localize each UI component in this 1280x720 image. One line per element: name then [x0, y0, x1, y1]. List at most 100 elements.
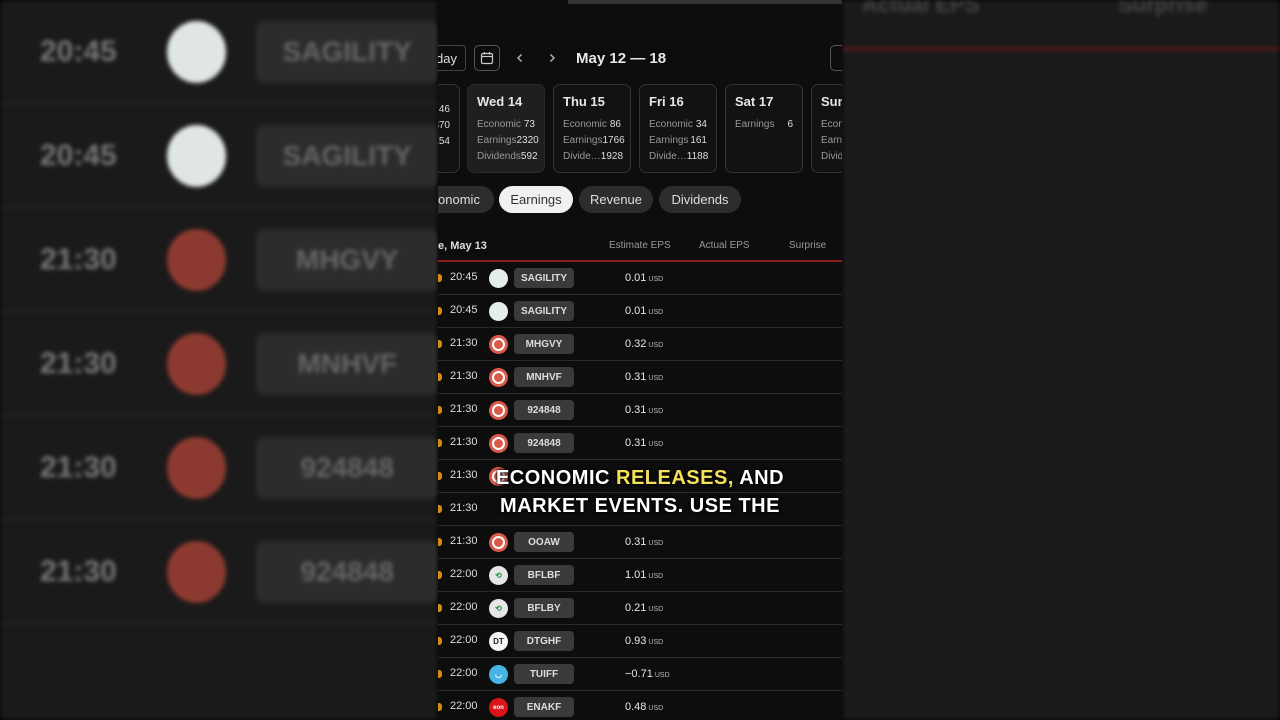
day-count-value: 6 — [787, 119, 793, 130]
day-count-row: Earnings 1766 — [563, 133, 625, 149]
day-count-row: 154 — [438, 134, 450, 150]
background-time: 21:30 — [40, 346, 117, 380]
background-logo-icon — [166, 228, 227, 291]
ticker-badge[interactable]: SAGILITY — [514, 301, 574, 321]
ticker-badge[interactable]: 924848 — [514, 400, 574, 420]
caption-line-1: ECONOMIC RELEASES, AND — [438, 464, 842, 492]
company-logo-icon: DT — [489, 632, 508, 651]
settings-button[interactable] — [830, 45, 842, 71]
session-indicator-icon — [438, 571, 442, 579]
day-count-label: Earnings — [477, 135, 517, 146]
table-row[interactable]: 21:30 924848 0.31 USD — [438, 427, 842, 460]
table-row[interactable]: 22:00 ◡ TUIFF −0.71 USD — [438, 658, 842, 691]
day-count-value: 154 — [438, 136, 450, 147]
company-logo-icon: ◡ — [489, 665, 508, 684]
day-card[interactable]: Sat 17 Earnings 6 — [725, 84, 803, 173]
background-row: 21:30 MHGVY — [0, 208, 438, 312]
estimate-eps-value: 0.01 USD — [625, 272, 663, 284]
day-title: Fri 16 — [649, 94, 684, 109]
estimate-eps-value: 0.48 USD — [625, 701, 663, 713]
eps-currency: USD — [648, 309, 664, 316]
chevron-right-icon[interactable] — [540, 46, 564, 70]
background-row: 21:30 924848 — [0, 520, 438, 624]
company-logo-icon — [489, 269, 508, 288]
day-count-row: Economic 34 — [649, 117, 707, 133]
day-count-row: Earn — [821, 133, 842, 149]
estimate-eps-value: 0.31 USD — [625, 437, 663, 449]
day-count-value: 46 — [438, 104, 450, 115]
ticker-badge[interactable]: MNHVF — [514, 367, 574, 387]
day-card[interactable]: Sun Econ Earn Divid — [811, 84, 842, 173]
day-card[interactable]: 46 370 154 — [438, 84, 460, 173]
filter-chip[interactable]: Dividends — [659, 186, 741, 213]
eps-currency: USD — [648, 705, 664, 712]
filter-chip[interactable]: Earnings — [499, 186, 573, 213]
table-row[interactable]: 20:45 SAGILITY 0.01 USD — [438, 262, 842, 295]
chevron-left-icon[interactable] — [508, 46, 532, 70]
day-count-value: 370 — [438, 120, 450, 131]
ticker-badge[interactable]: 924848 — [514, 433, 574, 453]
table-row[interactable]: 21:30 924848 0.31 USD — [438, 394, 842, 427]
eps-currency: USD — [648, 441, 664, 448]
table-row[interactable]: 21:30 OOAW 0.31 USD — [438, 526, 842, 559]
day-title: Wed 14 — [477, 94, 523, 109]
eps-number: 0.48 — [625, 701, 647, 713]
background-logo-icon — [166, 20, 227, 83]
actual-eps-header[interactable]: Actual EPS — [699, 240, 750, 251]
filter-chip[interactable]: onomic — [438, 186, 494, 213]
eps-currency: USD — [648, 540, 664, 547]
day-count-row: Economic 86 — [563, 117, 621, 133]
eps-number: −0.71 — [625, 668, 653, 680]
day-count-label: Earnings — [735, 119, 775, 130]
ticker-badge[interactable]: BFLBF — [514, 565, 574, 585]
estimate-eps-value: −0.71 USD — [625, 668, 670, 680]
day-count-row: Dividends 592 — [477, 149, 538, 165]
day-card[interactable]: Fri 16 Economic 34 Earnings 161 Divide… 1188 — [639, 84, 717, 173]
day-count-value: 2320 — [516, 135, 539, 146]
calendar-icon[interactable] — [474, 45, 500, 71]
day-count-row: Econ — [821, 117, 842, 133]
ticker-badge[interactable]: ENAKF — [514, 697, 574, 717]
ticker-badge[interactable]: SAGILITY — [514, 268, 574, 288]
day-count-row: 46 — [438, 102, 450, 118]
background-ticker: 924848 — [256, 540, 438, 603]
background-time: 21:30 — [40, 554, 117, 588]
table-row[interactable]: 21:30 MNHVF 0.31 USD — [438, 361, 842, 394]
table-row[interactable]: 22:00 ⟲ BFLBY 0.21 USD — [438, 592, 842, 625]
table-row[interactable]: 22:00 eon ENAKF 0.48 USD — [438, 691, 842, 720]
table-row[interactable]: 22:00 DT DTGHF 0.93 USD — [438, 625, 842, 658]
ticker-badge[interactable]: MHGVY — [514, 334, 574, 354]
estimate-eps-header[interactable]: Estimate EPS — [609, 240, 671, 251]
background-surprise: Surprise — [1118, 0, 1208, 17]
estimate-eps-value: 0.31 USD — [625, 536, 663, 548]
filter-chip[interactable]: Revenue — [579, 186, 653, 213]
eps-number: 0.01 — [625, 272, 647, 284]
day-count-row: Divid — [821, 149, 842, 165]
surprise-header[interactable]: Surprise — [789, 240, 826, 251]
eps-currency: USD — [648, 573, 664, 580]
eps-currency: USD — [654, 672, 670, 679]
table-row[interactable]: 22:00 ⟲ BFLBF 1.01 USD — [438, 559, 842, 592]
row-time: 20:45 — [450, 271, 478, 283]
day-card[interactable]: Wed 14 Economic 73 Earnings 2320 Dividends 592 — [467, 84, 545, 173]
company-logo-icon: ⟲ — [489, 566, 508, 585]
day-card[interactable]: Thu 15 Economic 86 Earnings 1766 Divide… 1928 — [553, 84, 631, 173]
row-time: 21:30 — [450, 337, 478, 349]
day-title: Sat 17 — [735, 94, 774, 109]
day-count-label: Economic — [649, 119, 693, 130]
ticker-badge[interactable]: TUIFF — [514, 664, 574, 684]
day-count-label: Econ — [821, 119, 842, 130]
ticker-badge[interactable]: BFLBY — [514, 598, 574, 618]
row-time: 21:30 — [450, 370, 478, 382]
ticker-badge[interactable]: OOAW — [514, 532, 574, 552]
today-button[interactable]: day — [438, 45, 466, 71]
table-row[interactable]: 20:45 SAGILITY 0.01 USD — [438, 295, 842, 328]
eps-number: 0.21 — [625, 602, 647, 614]
day-count-label: Earn — [821, 135, 842, 146]
eps-number: 0.93 — [625, 635, 647, 647]
background-row: 20:45 SAGILITY — [0, 104, 438, 208]
table-row[interactable]: 21:30 MHGVY 0.32 USD — [438, 328, 842, 361]
background-row: 21:30 MNHVF — [0, 312, 438, 416]
background-row: 21:30 924848 — [0, 416, 438, 520]
ticker-badge[interactable]: DTGHF — [514, 631, 574, 651]
